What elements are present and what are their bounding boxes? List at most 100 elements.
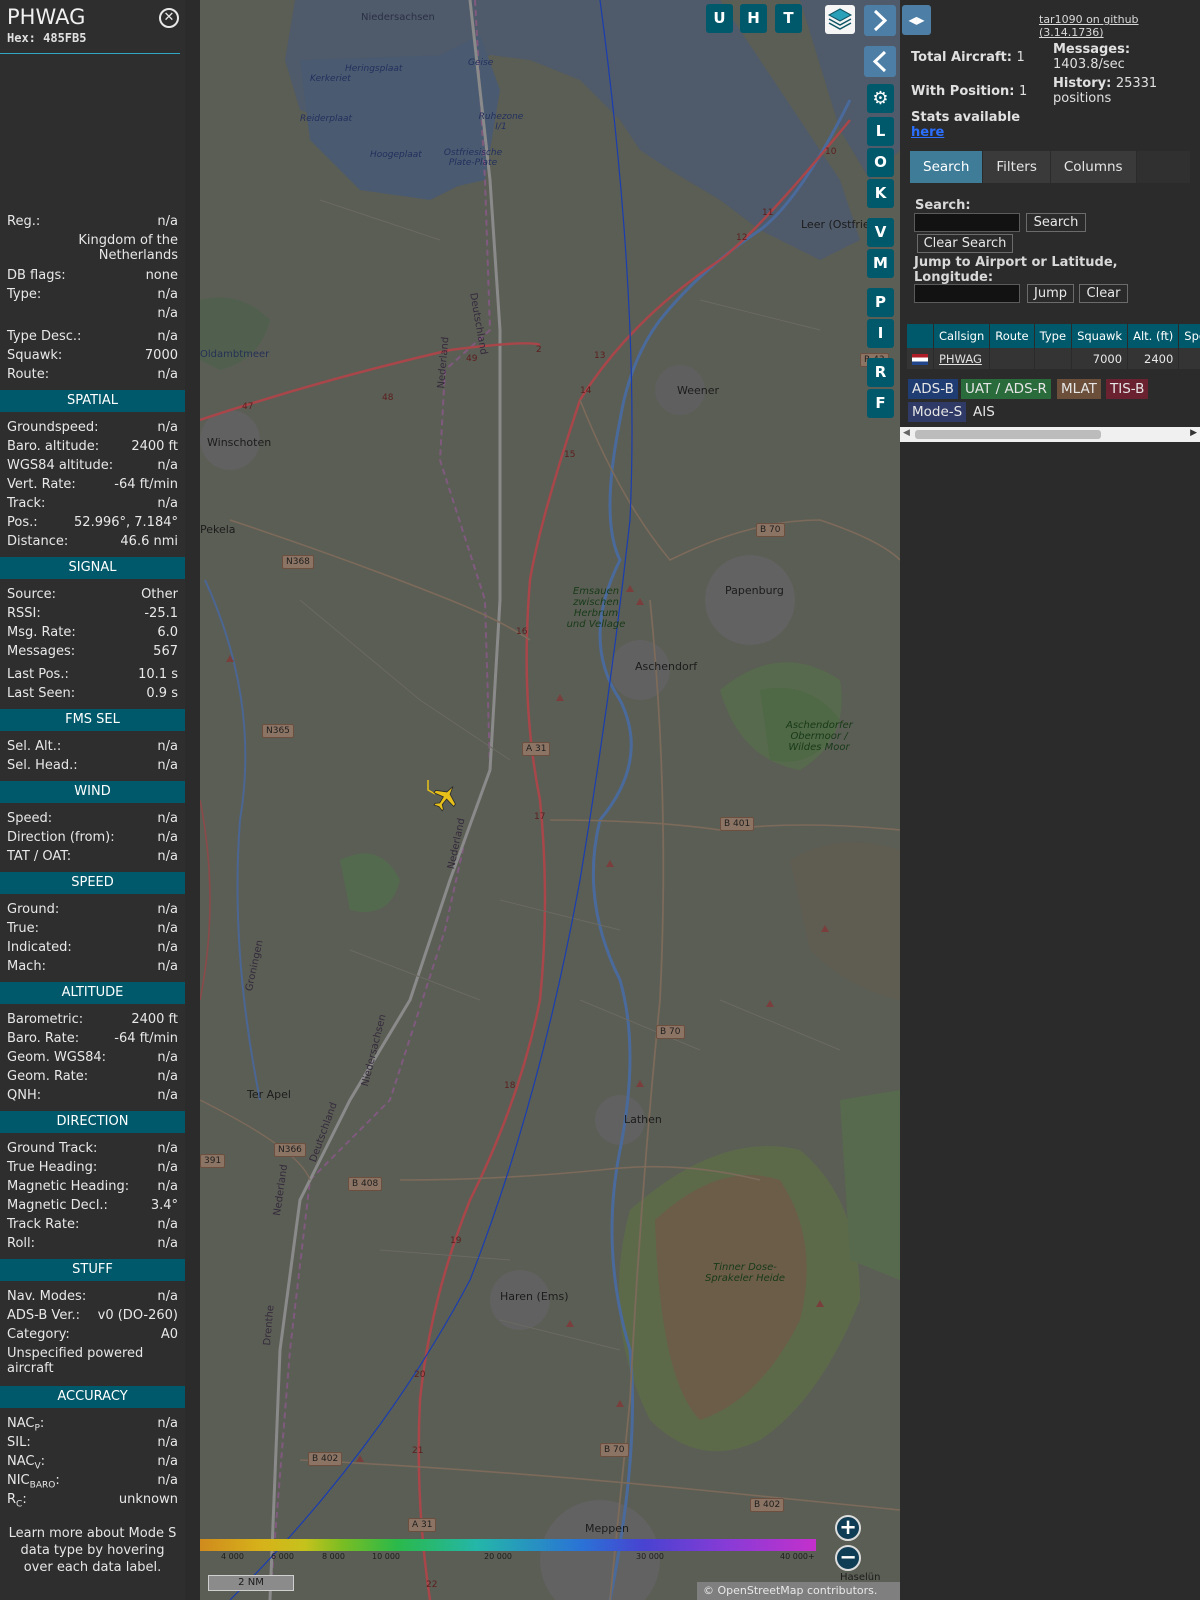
row-callsign[interactable]: PHWAG	[933, 348, 991, 369]
wind-direction-row: Direction (from): n/a	[7, 830, 178, 845]
row-altitude: 2400	[1127, 348, 1180, 369]
map-label: Ruhezone I/1	[478, 112, 524, 132]
baro-altitude-row: Baro. altitude: 2400 ft	[7, 439, 178, 454]
last-seen-row: Last Seen: 0.9 s	[7, 686, 178, 701]
ground-track-row: Ground Track: n/a	[7, 1141, 178, 1156]
jump-input[interactable]	[914, 284, 1020, 303]
tat-oat-row: TAT / OAT: n/a	[7, 849, 178, 864]
map-toggle-o-button[interactable]: O	[867, 148, 894, 177]
map-attribution[interactable]: © OpenStreetMap contributors.	[697, 1582, 900, 1600]
col-route[interactable]: Route	[989, 324, 1035, 348]
expand-icon[interactable]: ◂▸	[902, 5, 931, 35]
row-type	[1034, 348, 1073, 369]
badge-ais[interactable]: AIS	[969, 402, 999, 422]
col-type[interactable]: Type	[1034, 324, 1073, 348]
exit-number: 20	[414, 1370, 426, 1380]
stats-link[interactable]: here	[911, 125, 944, 140]
col-callsign[interactable]: Callsign	[933, 324, 991, 348]
section-altitude: ALTITUDE	[0, 982, 185, 1004]
scale-label: 10 000	[372, 1552, 400, 1561]
nacv-row: NACV: n/a	[7, 1454, 178, 1472]
clear-search-button[interactable]: Clear Search	[917, 234, 1013, 253]
tab-columns[interactable]: Columns	[1051, 151, 1137, 183]
wgs84-altitude-row: WGS84 altitude: n/a	[7, 458, 178, 473]
gear-icon[interactable]: ⚙	[867, 84, 894, 113]
type-desc-row: Type Desc.: n/a	[7, 329, 178, 344]
github-link[interactable]: tar1090 on github (3.14.1736)	[1039, 13, 1200, 39]
rssi-row: RSSI: -25.1	[7, 606, 178, 621]
map-toggle-v-button[interactable]: V	[867, 218, 894, 247]
search-input[interactable]	[914, 213, 1020, 232]
exit-number: 21	[412, 1446, 424, 1456]
altitude-color-scale	[200, 1539, 816, 1551]
close-icon[interactable]: ✕	[159, 8, 179, 28]
history: History: 25331 positions	[1053, 76, 1158, 106]
reg-row: Reg.: n/a	[7, 214, 178, 229]
row-squawk: 7000	[1071, 348, 1129, 369]
country: Kingdom of the Netherlands	[78, 233, 178, 263]
map-toggle-i-button[interactable]: I	[867, 319, 894, 348]
road-shield: B 70	[756, 523, 785, 537]
map-label: Geise	[468, 58, 494, 68]
search-button[interactable]: Search	[1026, 213, 1086, 232]
jump-label: Jump to Airport or Latitude, Longitude:	[914, 255, 1118, 285]
badge-tisb[interactable]: TIS-B	[1106, 379, 1149, 399]
exit-number: 49	[466, 354, 478, 364]
tab-filters[interactable]: Filters	[983, 151, 1051, 183]
map-toggle-u-button[interactable]: U	[706, 4, 733, 33]
map-label: Lathen	[624, 1113, 662, 1126]
layers-icon[interactable]	[825, 5, 855, 34]
geom-rate-row: Geom. Rate: n/a	[7, 1069, 178, 1084]
next-aircraft-button[interactable]	[864, 5, 896, 36]
badge-adsb[interactable]: ADS-B	[908, 379, 958, 399]
map-toggle-f-button[interactable]: F	[867, 389, 894, 418]
col-squawk[interactable]: Squawk	[1071, 324, 1129, 348]
aircraft-callsign: PHWAG	[7, 5, 86, 29]
map-toggle-r-button[interactable]: R	[867, 358, 894, 387]
map-label: Heringsplaat	[345, 64, 403, 74]
scroll-right-icon[interactable]: ▶	[1190, 428, 1197, 438]
exit-number: 17	[534, 812, 546, 822]
map-toggle-p-button[interactable]: P	[867, 288, 894, 317]
exit-number: 11	[762, 208, 774, 218]
learn-more-text: Learn more about Mode S data type by hov…	[8, 1526, 177, 1575]
msg-rate-row: Msg. Rate: 6.0	[7, 625, 178, 640]
tab-search[interactable]: Search	[910, 151, 984, 183]
geom-wgs84-row: Geom. WGS84: n/a	[7, 1050, 178, 1065]
col-speed[interactable]: Spd.	[1178, 324, 1200, 348]
section-accuracy: ACCURACY	[0, 1386, 185, 1408]
badge-mlat[interactable]: MLAT	[1057, 379, 1101, 399]
map-toggle-l-button[interactable]: L	[867, 117, 894, 146]
map-toggle-m-button[interactable]: M	[867, 249, 894, 278]
scroll-left-icon[interactable]: ◀	[903, 428, 910, 438]
road-shield: N366	[274, 1143, 306, 1157]
map-view[interactable]: Niedersachsen Heringsplaat Kerkeriet Rei…	[200, 0, 900, 1600]
col-altitude[interactable]: Alt. (ft)	[1127, 324, 1180, 348]
exit-number: 47	[242, 402, 254, 412]
qnh-row: QNH: n/a	[7, 1088, 178, 1103]
map-toggle-h-button[interactable]: H	[740, 4, 767, 33]
scale-label: 4 000	[221, 1552, 244, 1561]
tab-empty	[1136, 151, 1191, 183]
scrollbar-thumb[interactable]	[915, 430, 1101, 439]
table-horizontal-scrollbar[interactable]: ◀ ▶	[900, 427, 1200, 442]
clear-button[interactable]: Clear	[1079, 284, 1128, 303]
map-toggle-k-button[interactable]: K	[867, 179, 894, 208]
road-shield: A 31	[408, 1518, 437, 1532]
source-row: Source: Other	[7, 587, 178, 602]
badge-uat-adsr[interactable]: UAT / ADS-R	[961, 379, 1051, 399]
jump-button[interactable]: Jump	[1027, 284, 1074, 303]
section-spatial: SPATIAL	[0, 390, 185, 412]
map-label: Emsauen zwischen Herbrum und Vellage	[566, 586, 626, 630]
zoom-in-button[interactable]: +	[835, 1515, 861, 1541]
squawk-row: Squawk: 7000	[7, 348, 178, 363]
badge-mode-s[interactable]: Mode-S	[908, 402, 967, 422]
map-label: Ostfriesische Plate-Plate	[443, 148, 503, 168]
map-toggle-t-button[interactable]: T	[775, 4, 802, 33]
previous-aircraft-button[interactable]	[864, 46, 896, 77]
table-row[interactable]: PHWAG 7000 2400	[907, 348, 1200, 369]
search-label: Search:	[915, 198, 971, 213]
exit-number: 18	[504, 1081, 516, 1091]
aircraft-icon[interactable]	[425, 778, 465, 814]
row-route	[989, 348, 1035, 369]
